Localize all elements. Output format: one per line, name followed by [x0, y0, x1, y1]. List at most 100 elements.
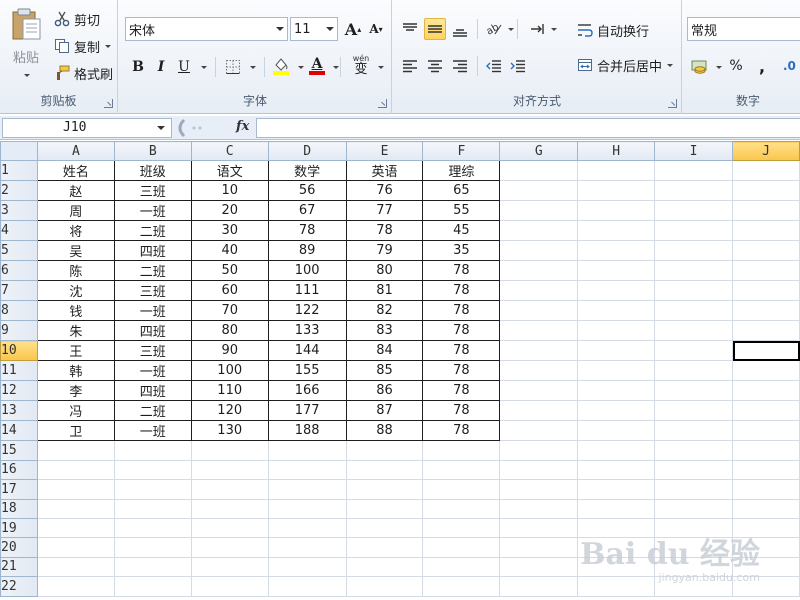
cell-j9[interactable] [732, 320, 800, 342]
cell-d5[interactable]: 89 [267, 240, 347, 262]
cell-j17[interactable] [732, 479, 800, 500]
cell-f22[interactable] [422, 576, 501, 597]
cell-i7[interactable] [654, 280, 734, 302]
cell-a4[interactable]: 将 [36, 220, 115, 242]
cell-g14[interactable] [499, 420, 579, 442]
cell-j15[interactable] [732, 440, 800, 461]
cell-d11[interactable]: 155 [267, 360, 347, 382]
cell-h13[interactable] [577, 400, 656, 422]
cell-h17[interactable] [577, 479, 656, 500]
row-header[interactable]: 22 [0, 576, 38, 597]
cell-g12[interactable] [499, 380, 579, 402]
cell-j1[interactable] [732, 160, 800, 182]
cell-j3[interactable] [732, 200, 800, 222]
cell-i4[interactable] [654, 220, 734, 242]
cell-e5[interactable]: 79 [345, 240, 424, 262]
align-center-button[interactable] [424, 55, 446, 77]
cell-c20[interactable] [190, 537, 269, 558]
cell-c22[interactable] [190, 576, 269, 597]
cell-h2[interactable] [577, 180, 656, 202]
shrink-font-button[interactable]: A ▾ [365, 18, 387, 40]
cell-c18[interactable] [190, 498, 269, 519]
cut-button[interactable]: 剪切 [50, 8, 103, 30]
cell-g9[interactable] [499, 320, 579, 342]
cell-f14[interactable]: 78 [422, 420, 501, 442]
cell-b15[interactable] [113, 440, 192, 461]
cell-b2[interactable]: 三班 [113, 180, 192, 202]
cell-a8[interactable]: 钱 [36, 300, 115, 322]
orientation-button[interactable]: ab [483, 18, 505, 40]
cell-a14[interactable]: 卫 [36, 420, 115, 442]
cell-b14[interactable]: 一班 [113, 420, 192, 442]
cell-i15[interactable] [654, 440, 734, 461]
cell-i5[interactable] [654, 240, 734, 262]
formula-input[interactable] [256, 118, 800, 138]
cell-e17[interactable] [345, 479, 424, 500]
cell-d1[interactable]: 数学 [267, 160, 347, 182]
borders-button[interactable] [222, 56, 244, 78]
cell-d7[interactable]: 111 [267, 280, 347, 302]
cell-h15[interactable] [577, 440, 656, 461]
increase-indent-button[interactable] [507, 55, 529, 77]
align-bottom-button[interactable] [449, 20, 471, 42]
cell-f21[interactable] [422, 556, 501, 578]
column-header-d[interactable]: D [267, 141, 347, 162]
cell-e6[interactable]: 80 [345, 260, 424, 282]
cell-d21[interactable] [267, 556, 347, 578]
row-header[interactable]: 11 [0, 360, 38, 382]
row-header[interactable]: 2 [0, 180, 38, 202]
cell-g2[interactable] [499, 180, 579, 202]
cell-h8[interactable] [577, 300, 656, 322]
cell-i17[interactable] [654, 479, 734, 500]
cell-j16[interactable] [732, 459, 800, 481]
cell-f13[interactable]: 78 [422, 400, 501, 422]
cell-j8[interactable] [732, 300, 800, 322]
row-header[interactable]: 20 [0, 537, 38, 558]
copy-button[interactable]: 复制 [50, 35, 114, 57]
cell-h16[interactable] [577, 459, 656, 481]
cell-c21[interactable] [190, 556, 269, 578]
row-header[interactable]: 6 [0, 260, 38, 282]
row-header[interactable]: 14 [0, 420, 38, 442]
cell-a9[interactable]: 朱 [36, 320, 115, 342]
cell-a13[interactable]: 冯 [36, 400, 115, 422]
cell-g3[interactable] [499, 200, 579, 222]
cell-e18[interactable] [345, 498, 424, 519]
cell-e8[interactable]: 82 [345, 300, 424, 322]
cell-b3[interactable]: 一班 [113, 200, 192, 222]
cell-f11[interactable]: 78 [422, 360, 501, 382]
cell-a2[interactable]: 赵 [36, 180, 115, 202]
cell-c15[interactable] [190, 440, 269, 461]
cell-j10[interactable] [732, 340, 800, 362]
cell-b8[interactable]: 一班 [113, 300, 192, 322]
column-header-j[interactable]: J [732, 141, 800, 162]
cell-j14[interactable] [732, 420, 800, 442]
cell-e2[interactable]: 76 [345, 180, 424, 202]
italic-button[interactable]: I [150, 56, 172, 78]
cell-g19[interactable] [499, 517, 579, 539]
cell-b19[interactable] [113, 517, 192, 539]
cell-i3[interactable] [654, 200, 734, 222]
cell-f18[interactable] [422, 498, 501, 519]
row-header[interactable]: 4 [0, 220, 38, 242]
cell-a6[interactable]: 陈 [36, 260, 115, 282]
cell-h10[interactable] [577, 340, 656, 362]
cell-j12[interactable] [732, 380, 800, 402]
cell-d10[interactable]: 144 [267, 340, 347, 362]
cell-e20[interactable] [345, 537, 424, 558]
cell-i18[interactable] [654, 498, 734, 519]
cell-h4[interactable] [577, 220, 656, 242]
chevron-down-icon[interactable] [157, 126, 165, 130]
select-all-corner[interactable] [0, 141, 38, 162]
cell-c2[interactable]: 10 [190, 180, 269, 202]
font-color-button[interactable]: A [306, 55, 328, 77]
cell-c14[interactable]: 130 [190, 420, 269, 442]
cell-b7[interactable]: 三班 [113, 280, 192, 302]
cell-f2[interactable]: 65 [422, 180, 501, 202]
cell-a19[interactable] [36, 517, 115, 539]
column-header-e[interactable]: E [345, 141, 424, 162]
cell-h6[interactable] [577, 260, 656, 282]
cell-d20[interactable] [267, 537, 347, 558]
name-box[interactable]: J10 [2, 118, 172, 138]
cell-d6[interactable]: 100 [267, 260, 347, 282]
